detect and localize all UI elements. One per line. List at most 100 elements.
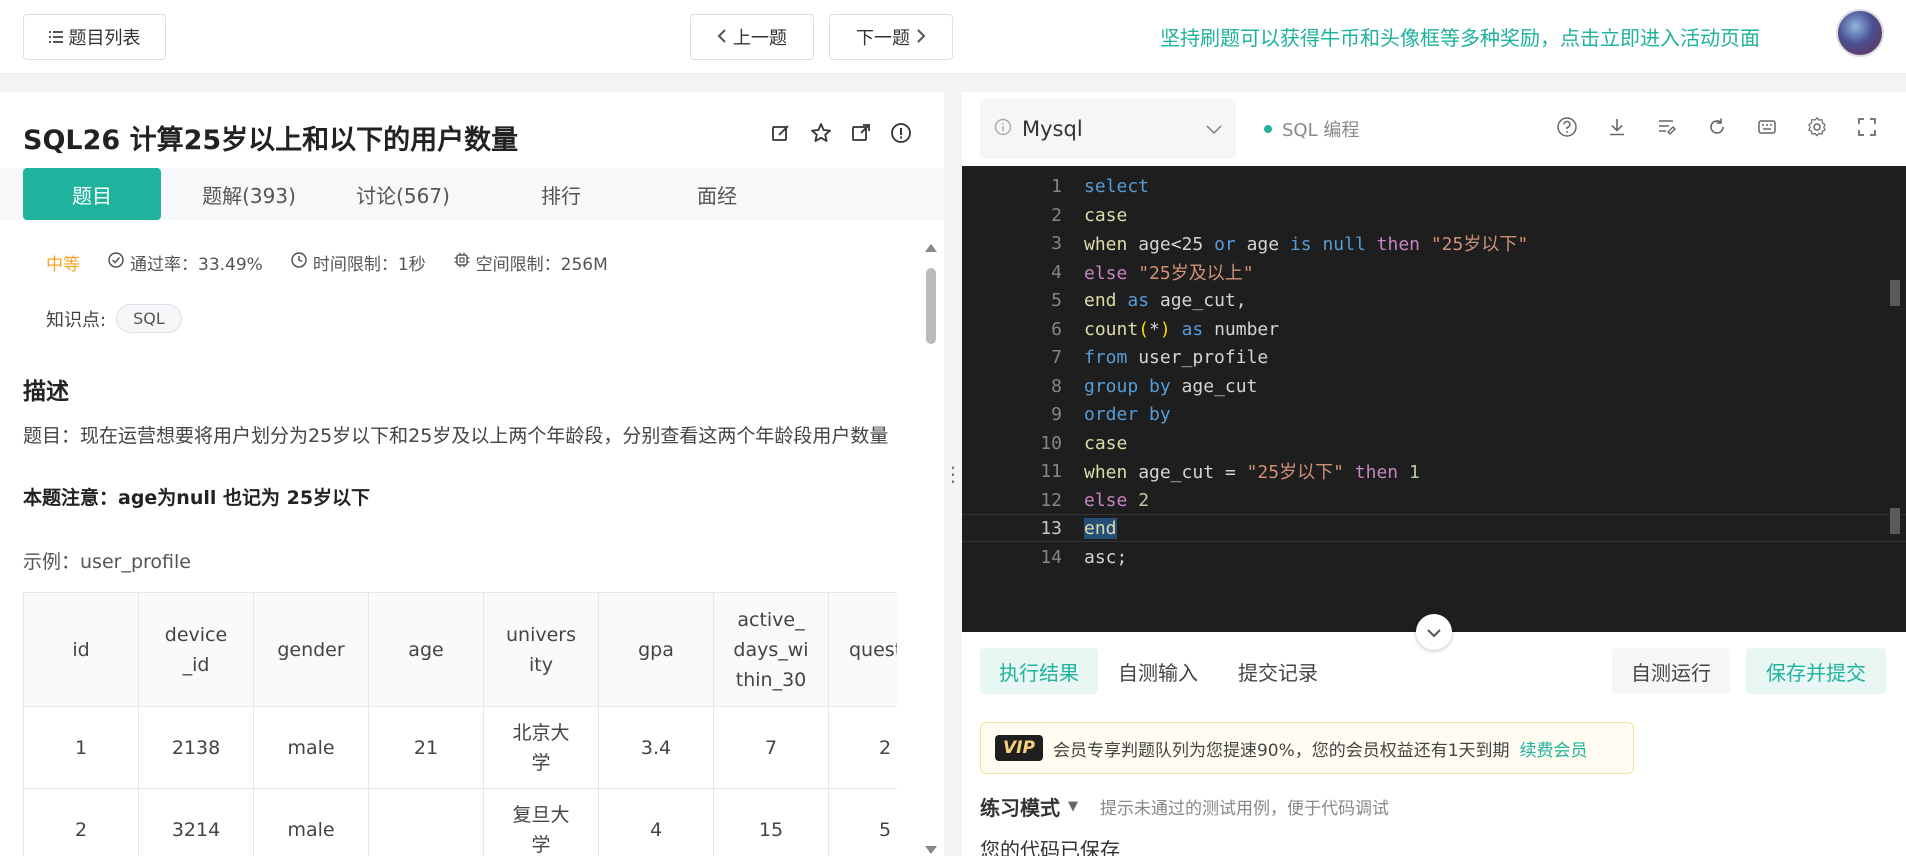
code-editor[interactable]: 1 select 2 case 3 when age<25 or age is nul…	[962, 166, 1906, 632]
difficulty-badge: 中等	[46, 255, 80, 275]
line-number: 1	[1051, 175, 1062, 197]
space-limit: 空间限制：256M	[454, 250, 608, 275]
editor-mode-label: SQL 编程	[1282, 120, 1360, 141]
line-number: 8	[1051, 375, 1062, 397]
table-header: id	[23, 592, 139, 707]
line-number: 12	[1040, 489, 1062, 511]
line-number: 14	[1040, 546, 1062, 568]
code-line: 6 count(*) as number	[962, 315, 1906, 343]
scroll-thumb[interactable]	[926, 268, 936, 344]
knowledge-label: 知识点:	[46, 309, 107, 331]
line-number: 13	[1040, 517, 1062, 539]
self-test-run-button[interactable]: 自测运行	[1612, 648, 1730, 694]
tab-solutions[interactable]: 题解(393)	[180, 168, 318, 220]
knowledge-tag-sql[interactable]: SQL	[116, 304, 182, 333]
table-cell: 21	[368, 706, 484, 789]
table-cell: 2	[828, 706, 897, 789]
table-header: device_id	[138, 592, 254, 707]
format-code-icon[interactable]	[1654, 114, 1680, 140]
line-number: 5	[1051, 289, 1062, 311]
line-number: 4	[1051, 261, 1062, 283]
editor-toolbar: Mysql SQL 编程	[962, 92, 1906, 166]
shortcuts-icon[interactable]	[1754, 114, 1780, 140]
gear-icon[interactable]	[1804, 114, 1830, 140]
code-line: 12 else 2	[962, 486, 1906, 514]
code-line: 1 select	[962, 172, 1906, 200]
table-cell: 1	[23, 706, 139, 789]
top-bar: 题目列表 上一题 下一题 坚持刷题可以获得牛币和头像框等多种奖励，点击立即进入活…	[0, 0, 1906, 74]
question-meta: 中等 通过率：33.49% 时间限制：1秒 空间限制：256M	[46, 250, 608, 275]
prev-question-button[interactable]: 上一题	[690, 14, 814, 60]
collapse-console-button[interactable]	[1416, 614, 1452, 650]
question-list-button[interactable]: 题目列表	[23, 14, 166, 60]
table-cell: 复旦大学	[483, 788, 599, 856]
info-icon	[994, 117, 1012, 141]
code-line: 3 when age<25 or age is null then "25岁以下"	[962, 229, 1906, 257]
panel-resize-handle[interactable]: ⋮	[943, 92, 963, 856]
table-cell	[368, 788, 484, 856]
tab-discussion[interactable]: 讨论(567)	[334, 168, 472, 220]
caret-down-icon[interactable]: ▼	[1068, 799, 1078, 814]
practice-mode-select[interactable]: 练习模式	[980, 792, 1060, 821]
description-text: 题目：现在运营想要将用户划分为25岁以下和25岁及以上两个年龄段，分别查看这两个…	[23, 425, 889, 447]
table-header: active_days_within_30	[713, 592, 829, 707]
table-cell: 3.4	[598, 706, 714, 789]
code-line: 2 case	[962, 201, 1906, 229]
language-select[interactable]: Mysql	[980, 99, 1236, 159]
table-row: 1 2138 male 21 北京大学 3.4 7 2	[23, 706, 897, 789]
tab-submission-history[interactable]: 提交记录	[1228, 648, 1328, 694]
editor-panel: Mysql SQL 编程 1 select 2 case 3 when age<25 …	[962, 92, 1906, 856]
edit-icon[interactable]	[770, 122, 792, 144]
table-header-row: id device_id gender age university gpa a…	[23, 592, 897, 707]
time-limit: 时间限制：1秒	[291, 250, 426, 275]
code-line: 8 group by age_cut	[962, 372, 1906, 400]
question-scrollbar[interactable]	[924, 244, 938, 854]
next-question-button[interactable]: 下一题	[829, 14, 953, 60]
scroll-up-arrow[interactable]	[925, 244, 937, 252]
chevron-right-icon	[916, 27, 926, 48]
table-cell: 4	[598, 788, 714, 856]
description-note: 本题注意：age为null 也记为 25岁以下	[23, 487, 371, 509]
table-cell: 7	[713, 706, 829, 789]
line-number: 2	[1051, 204, 1062, 226]
tab-interviews[interactable]: 面经	[648, 168, 786, 220]
tab-execution-result[interactable]: 执行结果	[980, 648, 1098, 694]
question-panel: SQL26 计算25岁以上和以下的用户数量 题目 题解(393) 讨论(567)…	[0, 92, 944, 856]
vip-banner: VIP 会员专享判题队列为您提速90%，您的会员权益还有1天到期 续费会员	[980, 722, 1634, 774]
prev-question-label: 上一题	[733, 28, 787, 49]
save-submit-button[interactable]: 保存并提交	[1746, 648, 1886, 694]
line-number: 6	[1051, 318, 1062, 340]
check-circle-icon	[108, 252, 124, 273]
activity-promo-link[interactable]: 坚持刷题可以获得牛币和头像框等多种奖励，点击立即进入活动页面	[1160, 22, 1760, 51]
renew-vip-link[interactable]: 续费会员	[1520, 736, 1588, 761]
overview-ruler-mark	[1890, 280, 1900, 306]
help-icon[interactable]	[1554, 114, 1580, 140]
tab-problem[interactable]: 题目	[23, 168, 161, 220]
table-cell: 2138	[138, 706, 254, 789]
clock-icon	[291, 252, 307, 273]
code-line: 11 when age_cut = "25岁以下" then 1	[962, 457, 1906, 485]
table-header: gpa	[598, 592, 714, 707]
table-cell: 北京大学	[483, 706, 599, 789]
chevron-down-icon	[1206, 120, 1222, 139]
scroll-down-arrow[interactable]	[925, 846, 937, 854]
external-link-icon[interactable]	[850, 122, 872, 144]
download-icon[interactable]	[1604, 114, 1630, 140]
tab-custom-input[interactable]: 自测输入	[1108, 648, 1208, 694]
overview-ruler-mark	[1890, 508, 1900, 534]
fullscreen-icon[interactable]	[1854, 114, 1880, 140]
question-list-label: 题目列表	[68, 28, 141, 49]
code-line: 10 case	[962, 429, 1906, 457]
report-icon[interactable]	[890, 122, 912, 144]
line-number: 11	[1040, 460, 1062, 482]
table-cell: 3214	[138, 788, 254, 856]
question-tabs: 题目 题解(393) 讨论(567) 排行 面经	[0, 168, 944, 220]
star-icon[interactable]	[810, 122, 832, 144]
code-line: 4 else "25岁及以上"	[962, 258, 1906, 286]
reset-icon[interactable]	[1704, 114, 1730, 140]
table-row: 2 3214 male 复旦大学 4 15 5	[23, 788, 897, 856]
tab-ranking[interactable]: 排行	[492, 168, 630, 220]
user-avatar[interactable]	[1836, 9, 1884, 57]
line-number: 9	[1051, 403, 1062, 425]
editor-tools	[1554, 114, 1880, 140]
